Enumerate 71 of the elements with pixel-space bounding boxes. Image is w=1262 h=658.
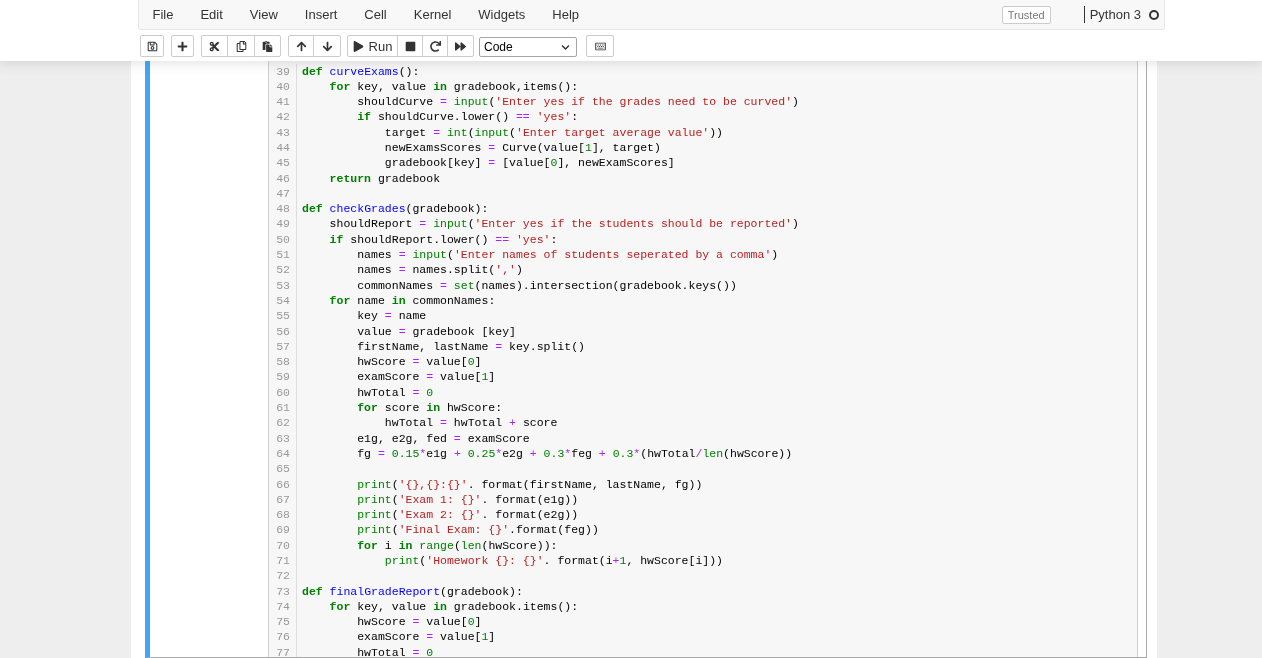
move-up-button[interactable] bbox=[288, 35, 314, 57]
chevron-down-icon bbox=[561, 42, 570, 52]
code-line: def curveExams(): bbox=[302, 63, 420, 79]
code-line: for key, value in gradebook,items(): bbox=[329, 78, 579, 95]
cell-type-dropdown[interactable]: Code bbox=[479, 37, 577, 57]
code-line: hwTotal = hwTotal + score bbox=[384, 415, 558, 431]
code-line: names = names.split(',') bbox=[357, 262, 523, 278]
plus-icon bbox=[177, 40, 188, 52]
scissors-icon bbox=[209, 40, 220, 52]
code-line: examScore = value[1] bbox=[357, 369, 496, 385]
stop-button[interactable] bbox=[397, 35, 423, 57]
code-line: examScore = value[1] bbox=[357, 629, 496, 645]
code-line: print('Exam 2: {}'. format(e2g)) bbox=[357, 507, 579, 523]
menu-item[interactable]: Edit bbox=[186, 0, 237, 29]
code-line: gradebook[key] = [value[0], newExamScores] bbox=[384, 155, 675, 171]
menu-item[interactable]: View bbox=[236, 0, 292, 29]
run-button[interactable]: Run bbox=[347, 35, 398, 57]
code-line: print('Homework {}: {}'. format(i+1, hwScore[i])) bbox=[384, 553, 724, 569]
code-line: for key, value in gradebook.items(): bbox=[329, 598, 579, 615]
fast-forward-button[interactable] bbox=[447, 35, 474, 57]
cut-button[interactable] bbox=[201, 35, 228, 57]
menu-item[interactable]: File bbox=[139, 0, 187, 29]
restart-button[interactable] bbox=[422, 35, 448, 57]
code-line: target = int(input('Enter target average value')) bbox=[384, 124, 724, 140]
code-line: print('Final Exam: {}'.format(feg)) bbox=[357, 522, 599, 538]
code-line: hwTotal = 0 bbox=[357, 384, 434, 401]
code-line: firstName, lastName = key.split() bbox=[357, 338, 585, 355]
menu-item[interactable]: Help bbox=[538, 0, 593, 29]
add-button[interactable] bbox=[171, 35, 194, 57]
arrow-down-icon bbox=[321, 40, 333, 52]
keyboard-icon bbox=[594, 40, 606, 52]
code-line: hwScore = value[0] bbox=[357, 614, 482, 630]
code-line: def finalGradeReport(gradebook): bbox=[302, 583, 523, 599]
code-line: print('{},{}:{}'. format(firstName, lastName, fg)) bbox=[357, 476, 703, 492]
code-line: if shouldCurve.lower() == 'yes': bbox=[357, 109, 579, 125]
code-line: fg = 0.15*e1g + 0.25*e2g + 0.3*feg + 0.3*(hwTotal/len(hwScore)) bbox=[357, 445, 793, 462]
play-icon bbox=[352, 40, 364, 52]
clipboard-icon bbox=[262, 40, 273, 52]
code-line: print('Exam 1: {}'. format(e1g)) bbox=[357, 491, 579, 508]
code-line: value = gradebook [key] bbox=[357, 323, 516, 339]
code-line: e1g, e2g, fed = examScore bbox=[357, 430, 530, 446]
code-line: hwScore = value[0] bbox=[357, 354, 482, 370]
trusted-indicator[interactable]: Trusted bbox=[1001, 5, 1051, 24]
code-line: shouldReport = input('Enter yes if the students should be reported') bbox=[329, 216, 799, 232]
code-line: commonNames = set(names).intersection(gradebook.keys()) bbox=[357, 277, 737, 293]
circular-arrow-icon bbox=[429, 40, 441, 52]
save-button[interactable] bbox=[140, 35, 164, 57]
move-down-button[interactable] bbox=[313, 35, 341, 57]
copy-icon bbox=[235, 40, 247, 52]
code-line: shouldCurve = input('Enter yes if the grades need to be curved') bbox=[357, 94, 799, 110]
kernel-name: Python 3 bbox=[1083, 6, 1141, 23]
code-line: newExamsScores = Curve(value[1], target) bbox=[384, 140, 661, 156]
code-line: return gradebook bbox=[329, 170, 441, 186]
copy-button[interactable] bbox=[227, 35, 255, 57]
arrow-up-icon bbox=[295, 40, 307, 52]
code-line: if shouldReport.lower() == 'yes': bbox=[329, 231, 558, 248]
menu-item[interactable]: Kernel bbox=[400, 0, 465, 29]
fast-forward-icon bbox=[455, 40, 466, 52]
code-line: for i in range(len(hwScore)): bbox=[357, 537, 558, 553]
code-line: key = name bbox=[357, 308, 427, 324]
code-line: names = input('Enter names of students seperated by a comma') bbox=[357, 247, 779, 263]
stop-icon bbox=[404, 40, 416, 52]
menu-item[interactable]: Widgets bbox=[464, 0, 539, 29]
menu-item[interactable]: Cell bbox=[350, 0, 401, 29]
keyboard-button[interactable] bbox=[586, 35, 614, 57]
code-line: def checkGrades(gradebook): bbox=[302, 201, 489, 217]
code-line: for score in hwScore: bbox=[357, 400, 503, 416]
code-line: for name in commonNames: bbox=[329, 292, 496, 309]
code-line: hwTotal = 0 bbox=[357, 644, 434, 657]
paste-button[interactable] bbox=[254, 35, 281, 57]
menu-item[interactable]: Insert bbox=[291, 0, 351, 29]
